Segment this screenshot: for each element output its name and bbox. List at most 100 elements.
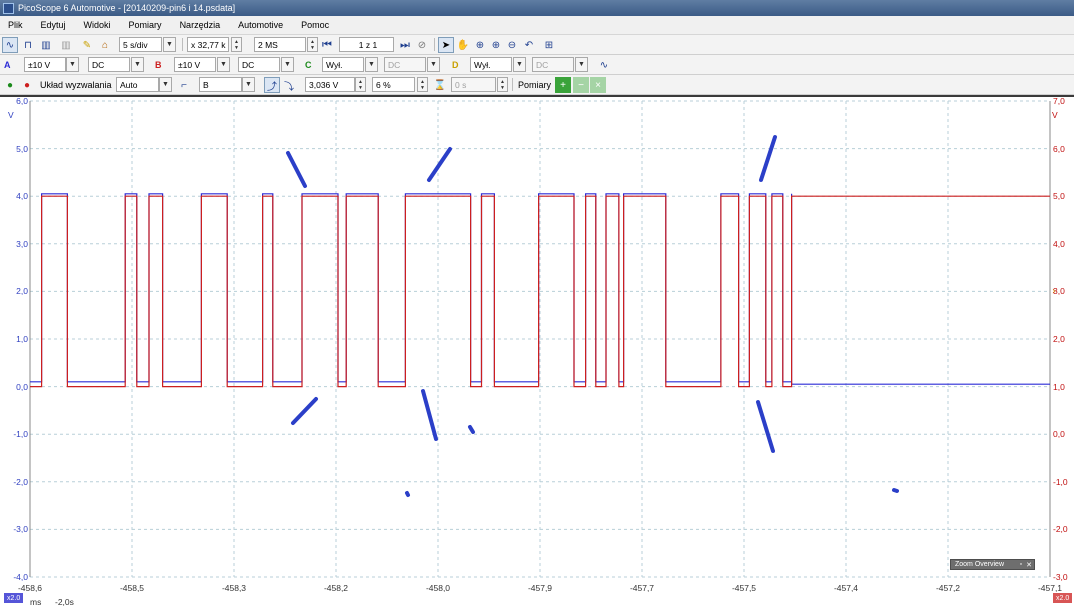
channel-b-range-dropdown-icon[interactable]: ▼ — [217, 57, 230, 72]
menu-edytuj[interactable]: Edytuj — [39, 20, 68, 30]
channel-d-range-dropdown-icon[interactable]: ▼ — [513, 57, 526, 72]
left-axis-tick-label: 6,0 — [16, 96, 28, 106]
first-buffer-icon[interactable]: ⏮ — [319, 37, 335, 53]
timebase-field[interactable]: 5 s/div — [119, 37, 162, 52]
trigger-source-field[interactable]: B — [199, 77, 242, 92]
timebase-dropdown-icon[interactable]: ▼ — [163, 37, 176, 52]
right-axis-unit: V — [1052, 110, 1058, 120]
undo-zoom-icon[interactable]: ↶ — [521, 37, 537, 53]
left-axis-tick-label: 4,0 — [16, 191, 28, 202]
advanced-options-icon[interactable]: ∿ — [596, 57, 612, 73]
home-icon[interactable]: ⌂ — [97, 37, 113, 53]
pre-trigger-field[interactable]: 6 % — [372, 77, 415, 92]
falling-edge-icon[interactable]: ⤵ — [281, 77, 297, 93]
x-axis-tick-label: -458,0 — [425, 583, 451, 593]
left-axis-scale-badge[interactable]: x2.0 — [4, 593, 24, 603]
right-axis-tick-label: -2,0 — [1053, 524, 1068, 535]
trigger-mode-dropdown-icon[interactable]: ▼ — [159, 77, 172, 92]
trigger-toolbar: ● ● Układ wyzwalania Auto ▼ ⌐ B ▼ ⤴ ⤵ 3,… — [0, 75, 1074, 95]
samples-field[interactable]: 2 MS — [254, 37, 306, 52]
zoom-overview-close-icon[interactable]: ✕ — [1026, 561, 1032, 569]
add-measurement-icon[interactable]: + — [555, 77, 571, 93]
x-axis-tick-label: -457,7 — [629, 583, 655, 593]
right-axis-tick-label: 0,0 — [1053, 429, 1065, 440]
zoom-area-icon[interactable]: ⊕ — [472, 37, 488, 53]
x-axis-tick-label: -457,9 — [527, 583, 553, 593]
next-buffer-icon[interactable]: ⏭ — [397, 37, 413, 53]
channel-c-range-dropdown-icon[interactable]: ▼ — [365, 57, 378, 72]
stop-capture-icon[interactable]: ● — [19, 77, 35, 93]
channel-a-coupling[interactable]: DC — [88, 57, 130, 72]
x-axis-unit: ms — [30, 597, 42, 606]
left-axis-tick-label: 1,0 — [16, 334, 28, 344]
channel-b-coupling-dropdown-icon[interactable]: ▼ — [281, 57, 294, 72]
right-axis-tick-label: -3,0 — [1053, 572, 1068, 582]
channel-a-range[interactable]: ±10 V — [24, 57, 66, 72]
channel-b-range[interactable]: ±10 V — [174, 57, 216, 72]
x-axis-offset: -2,0s — [55, 597, 74, 606]
channel-a-label: A — [4, 59, 11, 70]
annotation-stroke — [759, 135, 777, 182]
left-axis-tick-label: 2,0 — [16, 286, 28, 297]
menu-plik[interactable]: Plik — [6, 20, 25, 30]
channel-a-coupling-dropdown-icon[interactable]: ▼ — [131, 57, 144, 72]
x-axis-tick-label: -457,4 — [833, 583, 859, 593]
zoom-overview-title: Zoom Overview — [955, 561, 1005, 568]
scope-graph[interactable]: › — [0, 97, 1074, 606]
menu-automotive[interactable]: Automotive — [236, 20, 285, 30]
window-title: PicoScope 6 Automotive - [20140209-pin6 … — [18, 3, 236, 13]
menu-narzedzia[interactable]: Narzędzia — [178, 20, 223, 30]
zoom-overview-restore-icon[interactable]: ▫ — [1020, 561, 1022, 569]
left-axis-tick-label: 0,0 — [16, 381, 28, 392]
zoom-spinner-icon[interactable]: ▲ ▼ — [231, 37, 242, 52]
channel-c-coupling-dropdown-icon: ▼ — [427, 57, 440, 72]
annotation-stroke — [892, 488, 899, 493]
trigger-level-spinner-icon[interactable]: ▲ ▼ — [355, 77, 366, 92]
right-axis-scale-badge[interactable]: x2.0 — [1053, 593, 1073, 603]
channel-toolbar: A ±10 V ▼ DC ▼ B ±10 V ▼ DC ▼ C Wył. ▼ D… — [0, 55, 1074, 75]
channel-c-range[interactable]: Wył. — [322, 57, 364, 72]
title-bar: PicoScope 6 Automotive - [20140209-pin6 … — [0, 0, 1074, 16]
pre-trigger-spinner-icon[interactable]: ▲ ▼ — [417, 77, 428, 92]
left-axis-tick-label: -3,0 — [13, 524, 28, 535]
zoom-overview-icon[interactable]: ⊞ — [541, 37, 557, 53]
trigger-level-field[interactable]: 3,036 V — [305, 77, 355, 92]
x-axis-tick-label: -458,5 — [119, 583, 145, 593]
scope-mode-icon[interactable]: ∿ — [2, 37, 18, 53]
zoom-out-icon[interactable]: ⊖ — [504, 37, 520, 53]
start-capture-icon[interactable]: ● — [2, 77, 18, 93]
rising-edge-icon[interactable]: ⤴ — [264, 77, 280, 93]
scope-view[interactable]: › x2.0 x2.0 V V ms -2,0s Zoom Overview ▫… — [0, 95, 1074, 606]
menu-widoki[interactable]: Widoki — [82, 20, 113, 30]
channel-b-coupling[interactable]: DC — [238, 57, 280, 72]
menu-bar: Plik Edytuj Widoki Pomiary Narzędzia Aut… — [0, 16, 1074, 35]
channel-a-range-dropdown-icon[interactable]: ▼ — [66, 57, 79, 72]
right-axis-tick-label: 3,0 — [1053, 286, 1065, 297]
left-axis-tick-label: 5,0 — [16, 143, 28, 154]
zoom-overview-panel[interactable]: Zoom Overview ▫ ✕ — [950, 559, 1035, 570]
channel-d-range[interactable]: Wył. — [470, 57, 512, 72]
edit-measurement-icon: − — [573, 77, 589, 93]
hand-tool-icon[interactable]: ✋ — [455, 37, 471, 53]
zoom-field[interactable]: x 32,77 k — [187, 37, 229, 52]
samples-spinner-icon[interactable]: ▲ ▼ — [307, 37, 318, 52]
annotation-stroke — [405, 491, 410, 497]
capture-toolbar: ∿ ⊓ ▥ ▥ ✎ ⌂ 5 s/div ▼ x 32,77 k ▲ ▼ 2 MS … — [0, 35, 1074, 55]
menu-pomoc[interactable]: Pomoc — [299, 20, 331, 30]
persistence-mode-icon[interactable]: ⊓ — [20, 37, 36, 53]
probe-icon[interactable]: ✎ — [79, 37, 95, 53]
disabled-mode-icon: ▥ — [61, 39, 71, 51]
zoom-in-icon[interactable]: ⊕ — [488, 37, 504, 53]
left-axis-tick-label: 3,0 — [16, 238, 28, 249]
buffer-field[interactable]: 1 z 1 — [339, 37, 394, 52]
trigger-mode-field[interactable]: Auto — [116, 77, 159, 92]
pointer-tool-icon[interactable]: ➤ — [438, 37, 454, 53]
advanced-trigger-icon[interactable]: ⌐ — [176, 77, 192, 93]
channel-d-coupling: DC — [532, 57, 574, 72]
menu-pomiary[interactable]: Pomiary — [127, 20, 164, 30]
left-axis-tick-label: -4,0 — [13, 572, 28, 582]
buffer-navigator-icon[interactable]: ⊘ — [414, 37, 430, 53]
spectrum-mode-icon[interactable]: ▥ — [38, 37, 54, 53]
trigger-source-dropdown-icon[interactable]: ▼ — [242, 77, 255, 92]
x-axis-tick-label: -457,5 — [731, 583, 757, 593]
